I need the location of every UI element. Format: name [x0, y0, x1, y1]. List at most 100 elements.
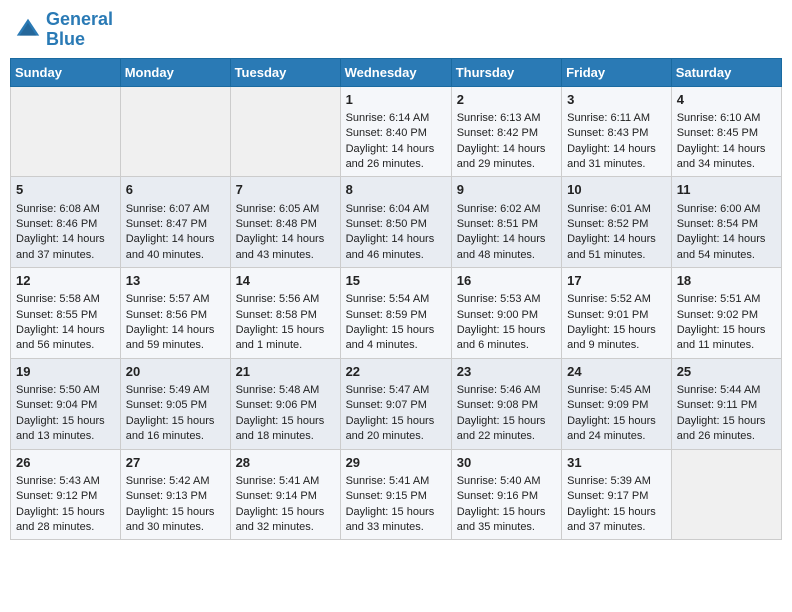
day-info: Sunset: 9:01 PM [567, 308, 666, 323]
day-info: Sunrise: 6:00 AM [677, 202, 776, 217]
weekday-header-tuesday: Tuesday [230, 58, 340, 86]
day-number: 26 [16, 454, 115, 472]
day-info: Sunrise: 5:58 AM [16, 292, 115, 307]
day-info: and 24 minutes. [567, 429, 666, 444]
day-info: Sunrise: 5:49 AM [126, 383, 225, 398]
day-info: Sunset: 8:51 PM [457, 217, 556, 232]
day-info: and 33 minutes. [346, 520, 446, 535]
day-info: Sunset: 8:55 PM [16, 308, 115, 323]
day-info: and 20 minutes. [346, 429, 446, 444]
day-info: Sunset: 8:45 PM [677, 126, 776, 141]
calendar-week-4: 19Sunrise: 5:50 AMSunset: 9:04 PMDayligh… [11, 358, 782, 449]
weekday-header-friday: Friday [562, 58, 672, 86]
day-info: Daylight: 14 hours [457, 232, 556, 247]
day-info: Sunset: 9:12 PM [16, 489, 115, 504]
calendar-cell: 6Sunrise: 6:07 AMSunset: 8:47 PMDaylight… [120, 177, 230, 268]
day-info: and 11 minutes. [677, 338, 776, 353]
day-info: Sunset: 9:13 PM [126, 489, 225, 504]
day-info: and 29 minutes. [457, 157, 556, 172]
day-number: 22 [346, 363, 446, 381]
day-number: 21 [236, 363, 335, 381]
calendar-cell: 9Sunrise: 6:02 AMSunset: 8:51 PMDaylight… [451, 177, 561, 268]
weekday-header-monday: Monday [120, 58, 230, 86]
calendar-cell [230, 86, 340, 177]
weekday-header-thursday: Thursday [451, 58, 561, 86]
day-info: Sunrise: 5:52 AM [567, 292, 666, 307]
day-info: and 43 minutes. [236, 248, 335, 263]
day-info: and 9 minutes. [567, 338, 666, 353]
calendar-week-3: 12Sunrise: 5:58 AMSunset: 8:55 PMDayligh… [11, 268, 782, 359]
calendar-cell: 23Sunrise: 5:46 AMSunset: 9:08 PMDayligh… [451, 358, 561, 449]
day-info: Sunrise: 5:41 AM [346, 474, 446, 489]
day-info: Sunset: 8:59 PM [346, 308, 446, 323]
day-info: Sunrise: 5:50 AM [16, 383, 115, 398]
calendar-cell: 29Sunrise: 5:41 AMSunset: 9:15 PMDayligh… [340, 449, 451, 540]
day-info: Sunset: 8:52 PM [567, 217, 666, 232]
day-info: Daylight: 14 hours [677, 142, 776, 157]
day-info: Sunset: 9:07 PM [346, 398, 446, 413]
day-info: Daylight: 15 hours [346, 414, 446, 429]
day-number: 17 [567, 272, 666, 290]
day-info: Daylight: 15 hours [126, 505, 225, 520]
day-info: Sunrise: 6:13 AM [457, 111, 556, 126]
day-info: Sunset: 9:02 PM [677, 308, 776, 323]
calendar-week-1: 1Sunrise: 6:14 AMSunset: 8:40 PMDaylight… [11, 86, 782, 177]
day-info: Sunrise: 5:39 AM [567, 474, 666, 489]
day-info: Sunset: 8:42 PM [457, 126, 556, 141]
day-number: 12 [16, 272, 115, 290]
weekday-header-sunday: Sunday [11, 58, 121, 86]
day-info: and 16 minutes. [126, 429, 225, 444]
calendar-cell [671, 449, 781, 540]
calendar-cell: 18Sunrise: 5:51 AMSunset: 9:02 PMDayligh… [671, 268, 781, 359]
day-info: and 1 minute. [236, 338, 335, 353]
day-info: and 22 minutes. [457, 429, 556, 444]
calendar-cell: 2Sunrise: 6:13 AMSunset: 8:42 PMDaylight… [451, 86, 561, 177]
day-info: Sunset: 9:11 PM [677, 398, 776, 413]
day-number: 24 [567, 363, 666, 381]
logo: GeneralBlue [14, 10, 113, 50]
day-info: Sunset: 8:50 PM [346, 217, 446, 232]
day-info: Sunrise: 6:01 AM [567, 202, 666, 217]
calendar-cell: 7Sunrise: 6:05 AMSunset: 8:48 PMDaylight… [230, 177, 340, 268]
day-info: and 26 minutes. [677, 429, 776, 444]
calendar-cell: 21Sunrise: 5:48 AMSunset: 9:06 PMDayligh… [230, 358, 340, 449]
day-number: 29 [346, 454, 446, 472]
day-info: Sunrise: 6:04 AM [346, 202, 446, 217]
day-info: Sunset: 9:09 PM [567, 398, 666, 413]
day-number: 13 [126, 272, 225, 290]
calendar-cell: 31Sunrise: 5:39 AMSunset: 9:17 PMDayligh… [562, 449, 672, 540]
calendar-cell: 27Sunrise: 5:42 AMSunset: 9:13 PMDayligh… [120, 449, 230, 540]
day-info: and 37 minutes. [16, 248, 115, 263]
calendar-header: SundayMondayTuesdayWednesdayThursdayFrid… [11, 58, 782, 86]
calendar-cell: 30Sunrise: 5:40 AMSunset: 9:16 PMDayligh… [451, 449, 561, 540]
day-info: and 4 minutes. [346, 338, 446, 353]
day-info: Daylight: 15 hours [677, 414, 776, 429]
calendar-cell: 20Sunrise: 5:49 AMSunset: 9:05 PMDayligh… [120, 358, 230, 449]
day-info: Daylight: 14 hours [126, 232, 225, 247]
day-info: Daylight: 15 hours [236, 505, 335, 520]
day-info: Daylight: 15 hours [236, 323, 335, 338]
day-number: 10 [567, 181, 666, 199]
calendar-cell: 22Sunrise: 5:47 AMSunset: 9:07 PMDayligh… [340, 358, 451, 449]
day-info: Sunrise: 6:05 AM [236, 202, 335, 217]
day-info: and 51 minutes. [567, 248, 666, 263]
day-info: Sunset: 9:05 PM [126, 398, 225, 413]
calendar-cell: 4Sunrise: 6:10 AMSunset: 8:45 PMDaylight… [671, 86, 781, 177]
calendar-cell: 26Sunrise: 5:43 AMSunset: 9:12 PMDayligh… [11, 449, 121, 540]
day-info: Sunset: 9:14 PM [236, 489, 335, 504]
day-info: and 28 minutes. [16, 520, 115, 535]
day-info: Daylight: 14 hours [346, 142, 446, 157]
day-info: Sunset: 9:00 PM [457, 308, 556, 323]
day-info: Sunrise: 5:46 AM [457, 383, 556, 398]
day-number: 30 [457, 454, 556, 472]
day-number: 3 [567, 91, 666, 109]
calendar-cell: 12 Sunrise: 5:58 AMSunset: 8:55 PMDayligh… [11, 268, 121, 359]
day-info: and 31 minutes. [567, 157, 666, 172]
day-info: Daylight: 14 hours [16, 323, 115, 338]
day-info: Daylight: 15 hours [457, 323, 556, 338]
day-info: Sunrise: 5:54 AM [346, 292, 446, 307]
day-info: and 54 minutes. [677, 248, 776, 263]
day-info: Sunrise: 5:56 AM [236, 292, 335, 307]
logo-icon [14, 16, 42, 44]
day-info: Sunrise: 5:42 AM [126, 474, 225, 489]
